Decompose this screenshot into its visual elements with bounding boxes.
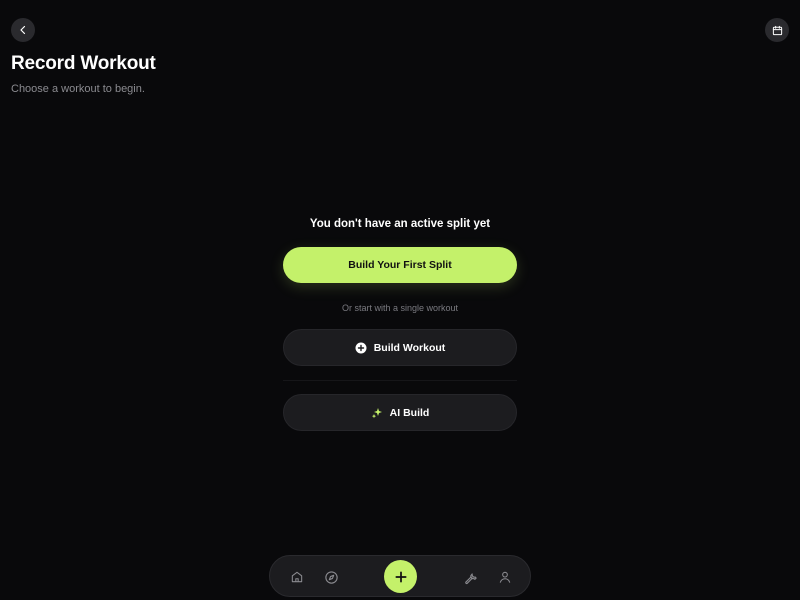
wrench-icon xyxy=(463,570,478,585)
empty-state-heading: You don't have an active split yet xyxy=(309,218,491,230)
calendar-icon xyxy=(772,25,783,36)
divider xyxy=(283,380,517,381)
nav-add-workout-button[interactable] xyxy=(384,560,417,593)
compass-icon xyxy=(324,570,339,585)
nav-tools-button[interactable] xyxy=(456,556,484,598)
plus-circle-icon xyxy=(355,342,367,354)
page-title: Record Workout xyxy=(11,53,156,74)
build-workout-button[interactable]: Build Workout xyxy=(283,329,517,366)
ai-build-button[interactable]: AI Build xyxy=(283,394,517,431)
sparkle-icon xyxy=(371,407,383,419)
nav-home-button[interactable] xyxy=(283,556,311,598)
ai-build-label: AI Build xyxy=(389,406,430,419)
plus-icon xyxy=(394,570,408,584)
calendar-button[interactable] xyxy=(765,18,789,42)
back-button[interactable] xyxy=(11,18,35,42)
bottom-nav xyxy=(269,555,531,597)
build-workout-label: Build Workout xyxy=(373,341,446,354)
build-first-split-button[interactable]: Build Your First Split xyxy=(283,247,517,283)
nav-profile-button[interactable] xyxy=(491,556,519,598)
user-icon xyxy=(498,570,512,584)
chevron-left-icon xyxy=(17,24,29,36)
alternate-option-caption: Or start with a single workout xyxy=(341,303,459,313)
build-first-split-label: Build Your First Split xyxy=(348,259,452,271)
record-workout-screen: Record Workout Choose a workout to begin… xyxy=(0,0,800,600)
nav-explore-button[interactable] xyxy=(317,556,345,598)
page-subtitle: Choose a workout to begin. xyxy=(11,83,145,95)
home-icon xyxy=(290,570,304,584)
